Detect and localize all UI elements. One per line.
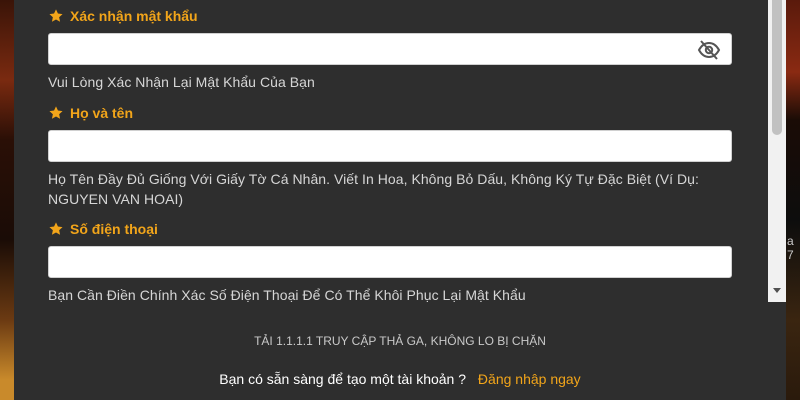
background-right-text: a 7 [787,234,794,262]
phone-label: Số điện thoại [48,220,732,238]
confirm-password-label: Xác nhận mật khẩu [48,7,732,25]
scrollbar-thumb[interactable] [772,0,782,135]
eye-slash-icon[interactable] [697,40,721,60]
background-left-artwork [0,0,14,400]
phone-help: Bạn Cần Điền Chính Xác Số Điện Thoại Để … [48,287,526,302]
star-icon [49,106,63,119]
confirm-password-input[interactable] [48,33,732,65]
confirm-password-field: Xác nhận mật khẩu Vui Lòng Xác Nhận Lại … [48,7,732,92]
star-icon [49,9,63,22]
phone-label-text: Số điện thoại [70,221,158,237]
phone-field: Số điện thoại Bạn Cần Điền Chính Xác Số … [48,220,732,302]
background-right-artwork [786,0,800,400]
promo-text: TẢI 1.1.1.1 TRUY CẬP THẢ GA, KHÔNG LO BỊ… [254,334,546,348]
full-name-label-text: Họ và tên [70,105,134,121]
form-scroll-area[interactable]: Xác nhận mật khẩu Vui Lòng Xác Nhận Lại … [14,0,770,302]
login-prompt-text: Bạn có sẵn sàng để tạo một tài khoản ? [219,371,467,387]
confirm-password-help: Vui Lòng Xác Nhận Lại Mật Khẩu Của Bạn [48,74,315,90]
full-name-input[interactable] [48,130,732,162]
scroll-down-arrow-icon[interactable] [773,288,781,293]
phone-input[interactable] [48,246,732,278]
confirm-password-label-text: Xác nhận mật khẩu [70,8,198,24]
full-name-help: Họ Tên Đầy Đủ Giống Với Giấy Tờ Cá Nhân.… [48,171,699,207]
login-link[interactable]: Đăng nhập ngay [478,371,581,387]
login-prompt-row: Bạn có sẵn sàng để tạo một tài khoản ? Đ… [14,371,786,387]
full-name-field: Họ và tên Họ Tên Đầy Đủ Giống Với Giấy T… [48,104,732,209]
star-icon [49,222,63,235]
form-scrollbar[interactable] [768,0,786,302]
registration-panel: Xác nhận mật khẩu Vui Lòng Xác Nhận Lại … [14,0,786,400]
full-name-label: Họ và tên [48,104,732,122]
